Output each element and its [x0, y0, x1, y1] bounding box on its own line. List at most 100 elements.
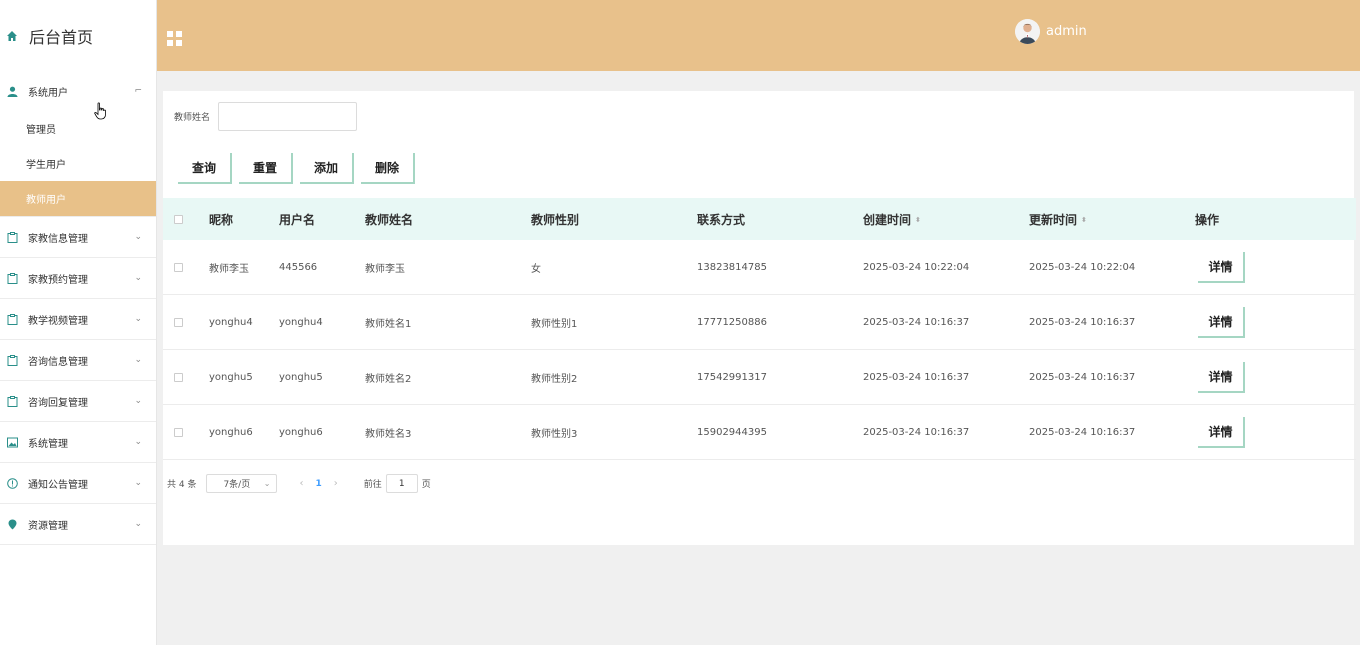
cell-nickname: yonghu6 — [209, 426, 253, 438]
menu-tutor-booking[interactable]: 家教预约管理 ⌄ — [0, 258, 156, 298]
menu-group: 家教预约管理 ⌄ — [0, 258, 156, 299]
table-row: yonghu6 yonghu6 教师姓名3 教师性别3 15902944395 … — [163, 405, 1356, 460]
cell-phone: 17542991317 — [697, 371, 767, 383]
menu-system-users[interactable]: 系统用户 ⌐ — [0, 71, 156, 111]
reset-button[interactable]: 重置 — [239, 153, 293, 184]
search-label: 教师姓名 — [174, 113, 211, 123]
col-teacher-name: 教师姓名 — [365, 212, 414, 227]
detail-button[interactable]: 详情 — [1198, 251, 1245, 283]
row-checkbox[interactable] — [174, 427, 183, 437]
menu-label: 系统用户 — [28, 87, 68, 99]
row-checkbox[interactable] — [174, 372, 183, 382]
menu-notice[interactable]: 通知公告管理 ⌄ — [0, 463, 156, 503]
cell-teacher-name: 教师李玉 — [365, 263, 405, 275]
menu-label: 资源管理 — [28, 520, 68, 532]
cell-gender: 教师性别3 — [531, 428, 578, 440]
avatar — [1015, 19, 1040, 44]
chevron-down-icon: ⌄ — [134, 396, 142, 406]
chevron-down-icon: ⌄ — [134, 273, 142, 283]
detail-button[interactable]: 详情 — [1198, 361, 1245, 393]
col-nickname: 昵称 — [209, 212, 234, 227]
sidebar-item-student-users[interactable]: 学生用户 — [0, 146, 156, 181]
username: admin — [1046, 24, 1087, 39]
table-row: yonghu5 yonghu5 教师姓名2 教师性别2 17542991317 … — [163, 350, 1356, 405]
sidebar-item-admin[interactable]: 管理员 — [0, 111, 156, 146]
menu-consult-info[interactable]: 咨询信息管理 ⌄ — [0, 340, 156, 380]
menu-group: 咨询回复管理 ⌄ — [0, 381, 156, 422]
clipboard-icon — [6, 313, 18, 325]
clipboard-icon — [6, 395, 18, 407]
goto-prefix: 前往 — [363, 480, 382, 490]
add-button[interactable]: 添加 — [300, 153, 354, 184]
page-number-current[interactable]: 1 — [315, 479, 321, 489]
delete-button[interactable]: 删除 — [361, 153, 415, 184]
col-updated[interactable]: 更新时间 ⬍ — [1029, 211, 1087, 228]
row-checkbox[interactable] — [174, 317, 183, 327]
col-actions: 操作 — [1195, 212, 1220, 227]
brand-title: 后台首页 — [29, 27, 94, 47]
cell-updated: 2025-03-24 10:16:37 — [1029, 426, 1136, 438]
user-menu[interactable]: admin — [1015, 19, 1087, 44]
next-page-icon[interactable]: › — [334, 478, 338, 489]
menu-group: 家教信息管理 ⌄ — [0, 217, 156, 258]
chevron-down-icon: ⌄ — [134, 232, 142, 242]
menu-teaching-video[interactable]: 教学视频管理 ⌄ — [0, 299, 156, 339]
grid-menu-icon[interactable] — [167, 31, 182, 46]
col-updated-label: 更新时间 — [1029, 212, 1078, 227]
menu-group: 教学视频管理 ⌄ — [0, 299, 156, 340]
chevron-down-icon: ⌄ — [263, 479, 271, 488]
col-created-label: 创建时间 — [863, 212, 912, 227]
search-row: 教师姓名 — [174, 102, 358, 131]
cell-created: 2025-03-24 10:16:37 — [863, 316, 970, 328]
col-phone: 联系方式 — [697, 212, 746, 227]
cell-username: 445566 — [279, 261, 318, 273]
cell-gender: 女 — [531, 263, 541, 275]
menu-label: 咨询回复管理 — [28, 397, 88, 409]
cell-created: 2025-03-24 10:22:04 — [863, 261, 970, 273]
chevron-up-icon: ⌐ — [134, 86, 142, 96]
cell-teacher-name: 教师姓名2 — [365, 373, 412, 385]
prev-page-icon[interactable]: ‹ — [299, 478, 303, 489]
col-created[interactable]: 创建时间 ⬍ — [863, 211, 921, 228]
sidebar: 后台首页 系统用户 ⌐ 管理员 学生用户 教师用户 家教信息管理 ⌄ 家教预约管… — [0, 0, 157, 645]
menu-system-management[interactable]: 系统管理 ⌄ — [0, 422, 156, 462]
menu-consult-reply[interactable]: 咨询回复管理 ⌄ — [0, 381, 156, 421]
cell-username: yonghu6 — [279, 426, 323, 438]
sort-icon[interactable]: ⬍ — [915, 216, 921, 224]
chevron-down-icon: ⌄ — [134, 314, 142, 324]
cell-created: 2025-03-24 10:16:37 — [863, 426, 970, 438]
menu-group: 资源管理 ⌄ — [0, 504, 156, 545]
brand[interactable]: 后台首页 — [0, 0, 156, 71]
query-button[interactable]: 查询 — [178, 153, 232, 184]
user-icon — [6, 85, 18, 97]
goto-page-input[interactable]: 1 — [385, 474, 418, 493]
col-username: 用户名 — [279, 212, 316, 227]
table-row: 教师李玉 445566 教师李玉 女 13823814785 2025-03-2… — [163, 240, 1356, 295]
sidebar-item-teacher-users[interactable]: 教师用户 — [0, 181, 156, 216]
menu-group: 通知公告管理 ⌄ — [0, 463, 156, 504]
detail-button[interactable]: 详情 — [1198, 416, 1245, 448]
cell-updated: 2025-03-24 10:16:37 — [1029, 316, 1136, 328]
menu-resources[interactable]: 资源管理 ⌄ — [0, 504, 156, 544]
chevron-down-icon: ⌄ — [134, 478, 142, 488]
sort-icon[interactable]: ⬍ — [1081, 216, 1087, 224]
detail-button[interactable]: 详情 — [1198, 306, 1245, 338]
data-table: 昵称 用户名 教师姓名 教师性别 联系方式 创建时间 ⬍ 更新时间 ⬍ 操作 教师李… — [163, 198, 1356, 460]
cell-created: 2025-03-24 10:16:37 — [863, 371, 970, 383]
teacher-name-input[interactable] — [218, 102, 358, 131]
clipboard-icon — [6, 354, 18, 366]
page-size-value: 7条/页 — [223, 480, 251, 490]
page-size-select[interactable]: 7条/页 ⌄ — [206, 474, 278, 493]
main-panel: 教师姓名 查询 重置 添加 删除 昵称 用户名 教师姓名 教师性别 联系方式 创… — [163, 91, 1356, 545]
location-pin-icon — [6, 518, 18, 530]
cell-gender: 教师性别2 — [531, 373, 578, 385]
chevron-down-icon: ⌄ — [134, 437, 142, 447]
cell-teacher-name: 教师姓名1 — [365, 318, 412, 330]
home-icon — [6, 30, 18, 42]
menu-tutor-info[interactable]: 家教信息管理 ⌄ — [0, 217, 156, 257]
row-checkbox[interactable] — [174, 262, 183, 272]
cell-username: yonghu4 — [279, 316, 323, 328]
select-all-checkbox[interactable] — [174, 214, 183, 224]
cell-teacher-name: 教师姓名3 — [365, 428, 412, 440]
cell-nickname: 教师李玉 — [209, 263, 249, 275]
